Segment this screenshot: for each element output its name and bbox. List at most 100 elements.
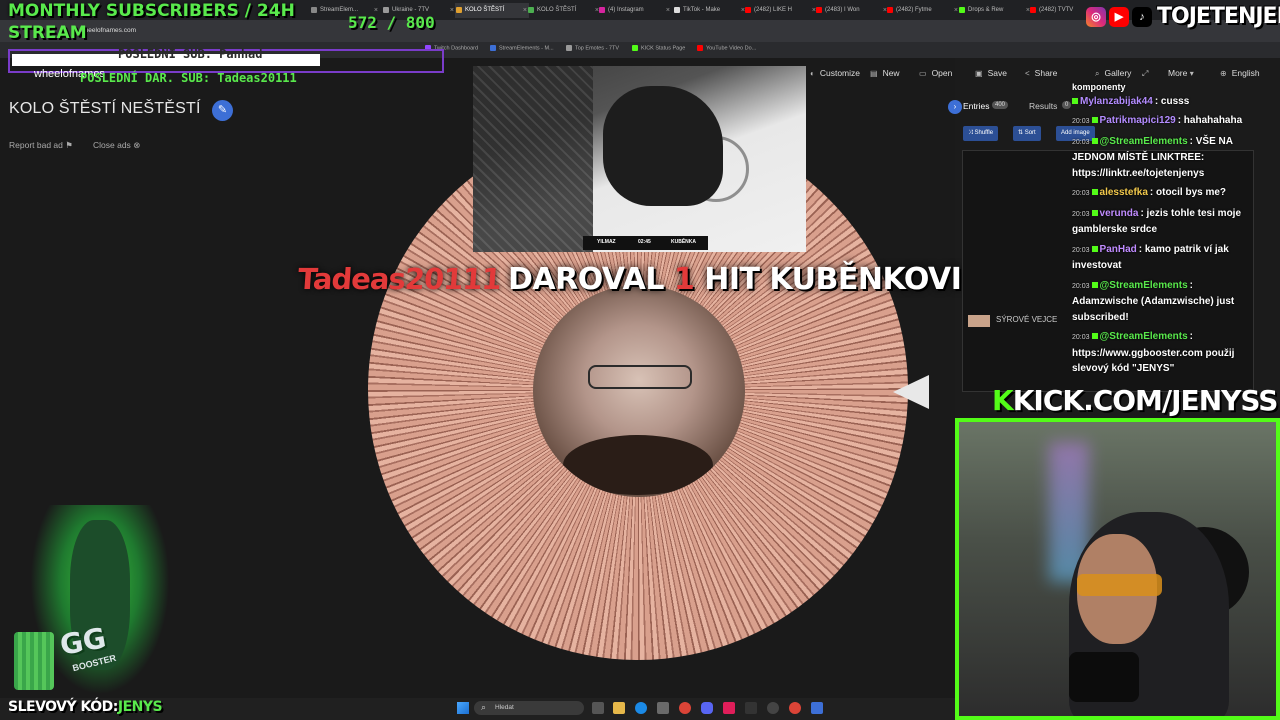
tab-favicon-icon [311,7,317,13]
close-ads-link[interactable]: Close ads ⊗ [93,140,140,151]
browser-tab-active[interactable]: KOLO ŠTĚSTÍ × [455,3,529,18]
energy-can [14,632,54,690]
bookmark-item[interactable]: YouTube Video Do... [697,45,756,51]
chevron-right-icon: › [953,102,957,111]
kick-channel-banner: KKICK.COM/JENYSS [992,384,1278,417]
fight-scorebar: YILMAZ 02:45 KUBĚNKA [583,236,708,250]
notepad-icon[interactable] [811,702,823,714]
chat-message: 20:03 verunda: jezis tohle tesi moje gamb… [1072,207,1242,236]
entry-image [968,315,990,327]
app-icon[interactable] [745,702,757,714]
discord-icon[interactable] [701,702,713,714]
last-donated-sub-text: POSLEDNÍ DAR. SUB: Tadeas20111 [80,71,297,85]
badge-icon [1091,117,1098,124]
file-explorer-icon[interactable] [613,702,625,714]
chat-message: 20:03 @StreamElements: Adamzwische (Adamz… [1072,279,1235,323]
chat-message: 20:03 @StreamElements: VŠE NA JEDNOM MÍST… [1072,135,1233,179]
browser-tab[interactable]: (2482) LIKE H × [744,3,818,18]
tab-results[interactable]: Results [1029,101,1057,111]
browser-tab[interactable]: Drops & Rew × [958,3,1032,18]
browser-tab[interactable]: (2482) TVTV [1029,3,1091,18]
bookmark-item[interactable]: Top Emotes - 7TV [566,45,619,51]
donor-name: Tadeas20111 [296,262,502,296]
bookmark-item[interactable]: KICK Status Page [632,45,685,51]
browser-tab[interactable]: (2483) I Won × [815,3,889,18]
microphone-icon [1069,652,1139,702]
url-text[interactable]: wheelofnames.com [80,27,136,34]
tab-favicon-icon [816,7,822,13]
obs-icon[interactable] [767,702,779,714]
sort-button[interactable]: ⇅ Sort [1013,126,1041,141]
fighter-right-name: KUBĚNKA [671,239,696,245]
entries-count-badge: 400 [992,101,1009,109]
chrome-icon[interactable] [789,702,801,714]
collapse-panel-button[interactable]: › [948,100,962,114]
tab-favicon-icon [959,7,965,13]
face-hair [563,435,713,495]
subs-goal-count: 572 / 800 [348,13,435,32]
tab-favicon-icon [745,7,751,13]
brand-logo: TOJETENJENYS [1157,4,1280,29]
edge-icon[interactable] [635,702,647,714]
wheel-center-image[interactable] [533,285,745,497]
browser-tab[interactable]: (4) Instagram × [598,3,672,18]
bookmark-icon [566,45,572,51]
taskbar-search[interactable] [474,701,584,715]
tab-favicon-icon [887,7,893,13]
badge-icon [1091,245,1098,252]
chat-message: 20:03 Patrikmapici129: hahahahaha [1072,115,1243,126]
open-button[interactable]: ▭ Open [919,68,952,78]
browser-tab[interactable]: TikTok - Make × [673,3,747,18]
report-ad-link[interactable]: Report bad ad ⚑ [9,140,73,151]
gallery-button[interactable]: ⌕ Gallery [1095,68,1131,79]
save-button[interactable]: ▣ Save [975,68,1007,78]
fullscreen-icon: ⤢ [1142,69,1149,78]
new-file-icon: ▤ [870,69,878,78]
round-time: 02:45 [638,239,651,245]
more-button[interactable]: More ▾ [1168,68,1199,78]
share-button[interactable]: < Share [1025,68,1057,78]
customize-button[interactable]: ◐ Customize [810,68,860,78]
last-sub-text: POSLEDNÍ SUB: Panhad [118,47,263,61]
tab-favicon-icon [456,7,462,13]
chevron-down-icon: ▾ [1189,69,1194,78]
new-button[interactable]: ▤ New [870,68,900,78]
fighter-left-name: YILMAZ [597,239,616,245]
webcam-feed [955,418,1280,720]
edit-title-button[interactable]: ✎ [212,100,233,121]
task-view-icon[interactable] [592,702,604,714]
bookmark-item[interactable]: StreamElements - M... [490,45,554,51]
close-tab-icon[interactable]: × [666,3,670,18]
language-button[interactable]: ⊕ English [1220,68,1260,78]
app-icon[interactable] [723,702,735,714]
bookmark-icon [490,45,496,51]
chat-message: Mylanzabijak44: cusss [1072,94,1260,110]
tab-favicon-icon [599,7,605,13]
chat-message: 20:03 alesstefka: otocil bys me? [1072,187,1227,198]
windows-start-icon[interactable] [457,702,469,714]
discount-code-banner: SLEVOVÝ KÓD:JENYS [8,699,163,715]
fight-video-overlay: YILMAZ 02:45 KUBĚNKA [473,66,806,252]
tiktok-icon: ♪ [1132,7,1152,27]
instagram-icon: ◎ [1086,7,1106,27]
close-tab-icon[interactable]: × [450,3,454,18]
shuffle-button[interactable]: ⤨ Shuffle [963,126,999,141]
badge-icon [1091,189,1098,196]
badge-icon [1072,97,1078,104]
globe-icon: ⊕ [1220,69,1227,78]
chat-message: 20:03 @StreamElements: https://www.ggboos… [1072,331,1235,374]
save-icon: ▣ [975,69,983,78]
tab-entries[interactable]: Entries [963,101,989,111]
taskbar-search-placeholder: Hledat [495,704,514,711]
bookmark-icon [697,45,703,51]
youtube-icon: ▶ [1109,7,1129,27]
flag-icon: ⚑ [65,140,73,150]
chrome-icon[interactable] [679,702,691,714]
badge-icon [1091,333,1098,340]
store-icon[interactable] [657,702,669,714]
streamer-glasses [1077,574,1162,596]
subs-goal-title-2: STREAM [8,23,87,43]
fullscreen-button[interactable]: ⤢ [1142,68,1153,79]
browser-tab[interactable]: (2482) Fytme × [886,3,960,18]
browser-tab[interactable]: KOLO ŠTĚSTÍ × [527,3,601,18]
